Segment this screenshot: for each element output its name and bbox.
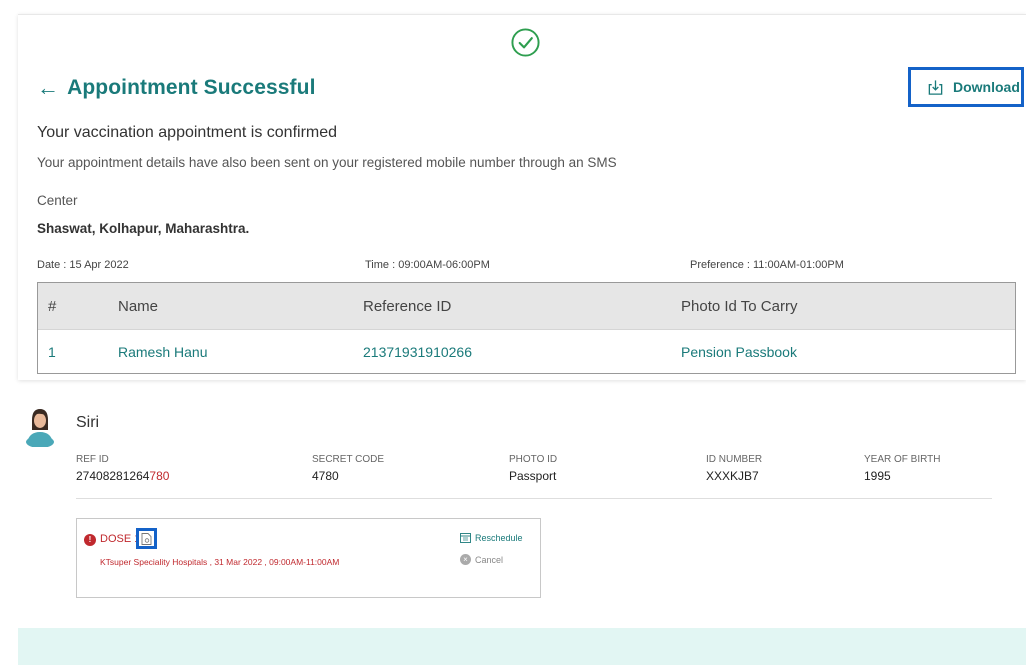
appointment-date: Date : 15 Apr 2022: [37, 259, 129, 271]
ref-id-value: 27408281264780: [76, 469, 169, 483]
success-check-icon: [510, 27, 541, 58]
top-strip: [0, 0, 1026, 14]
download-label: Download: [953, 79, 1020, 95]
dose-label: DOSE 1: [100, 533, 141, 545]
cancel-label: Cancel: [475, 554, 504, 565]
header-reference-id: Reference ID: [363, 297, 452, 315]
back-arrow-icon[interactable]: ←: [37, 77, 59, 99]
center-label: Center: [37, 193, 78, 208]
ref-id-prefix: 27408281264: [76, 469, 150, 483]
appointment-table: # Name Reference ID Photo Id To Carry 1 …: [37, 282, 1016, 374]
ref-id-suffix: 780: [149, 469, 170, 483]
photo-id-label: PHOTO ID: [509, 454, 558, 465]
table-header: # Name Reference ID Photo Id To Carry: [38, 283, 1015, 330]
id-number-label: ID NUMBER: [706, 454, 763, 465]
year-of-birth-label: YEAR OF BIRTH: [864, 454, 941, 465]
cancel-icon: ×: [460, 554, 471, 565]
table-row: 1 Ramesh Hanu 21371931910266 Pension Pas…: [38, 330, 1015, 373]
appointment-time: Time : 09:00AM-06:00PM: [365, 259, 490, 271]
dose-card: ! DOSE 1 KTsuper Speciality Hospitals , …: [76, 518, 541, 598]
download-icon: [928, 79, 943, 95]
appointment-preference: Preference : 11:00AM-01:00PM: [690, 259, 844, 271]
sms-note: Your appointment details have also been …: [37, 155, 617, 170]
calendar-icon: [460, 533, 471, 543]
dose-status-icon: !: [84, 534, 96, 546]
photo-id-value: Passport: [509, 469, 557, 483]
reschedule-button[interactable]: Reschedule: [460, 532, 523, 543]
reschedule-label: Reschedule: [475, 532, 523, 543]
dose-detail: KTsuper Speciality Hospitals , 31 Mar 20…: [100, 557, 340, 567]
document-icon: [141, 532, 152, 545]
row-index: 1: [48, 343, 56, 360]
download-button[interactable]: Download: [908, 67, 1024, 107]
header-name: Name: [118, 297, 159, 315]
header-index: #: [48, 297, 57, 315]
year-of-birth-value: 1995: [864, 469, 891, 483]
header-photo-id: Photo Id To Carry: [681, 297, 798, 315]
row-name: Ramesh Hanu: [118, 343, 208, 360]
cancel-button[interactable]: × Cancel: [460, 554, 503, 565]
section-divider: [76, 498, 992, 499]
confirmation-heading: Your vaccination appointment is confirme…: [37, 124, 338, 141]
appointment-slip-button[interactable]: [136, 528, 157, 549]
row-reference-id: 21371931910266: [363, 343, 473, 360]
person-avatar-icon: [26, 409, 54, 447]
avatar: [24, 405, 56, 447]
secret-code-value: 4780: [312, 469, 339, 483]
id-number-value: XXXKJB7: [706, 469, 759, 483]
page-title-row: ← Appointment Successful: [37, 76, 316, 100]
secret-code-label: SECRET CODE: [312, 454, 385, 465]
bottom-banner: [18, 628, 1026, 665]
page-title: Appointment Successful: [67, 76, 316, 99]
row-photo-id: Pension Passbook: [681, 343, 797, 360]
ref-id-label: REF ID: [76, 454, 109, 465]
beneficiary-name: Siri: [76, 414, 100, 431]
center-value: Shaswat, Kolhapur, Maharashtra.: [37, 221, 250, 236]
